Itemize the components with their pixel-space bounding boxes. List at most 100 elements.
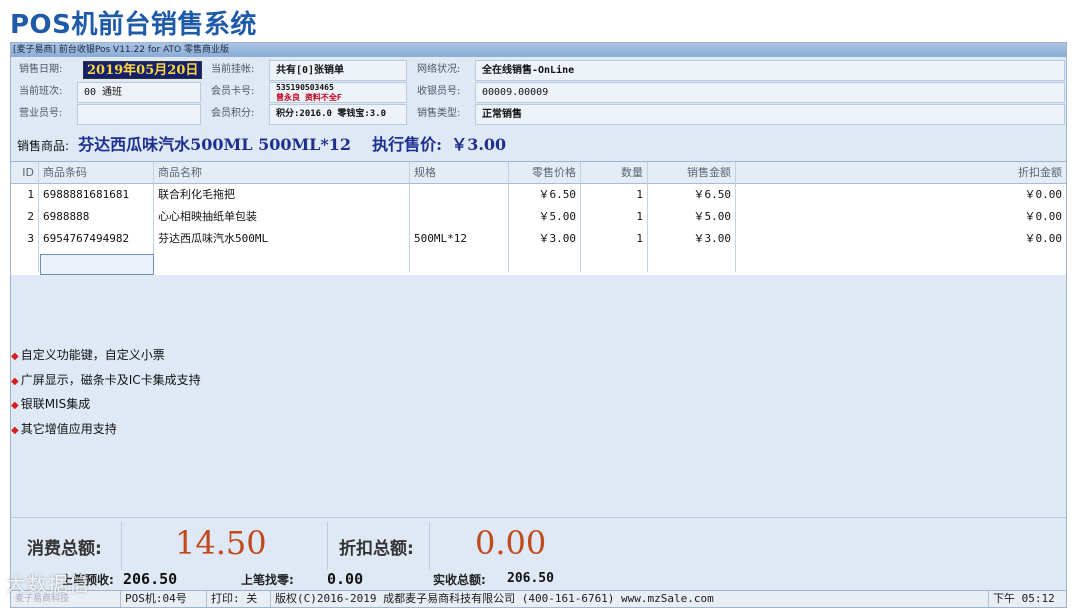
print-status[interactable]: 打印: 关 xyxy=(207,591,271,607)
row-code: 6988881681681 xyxy=(39,184,154,206)
shift-label: 当前班次: xyxy=(11,81,77,102)
card-label: 会员卡号: xyxy=(203,81,269,102)
row-price: ￥3.00 xyxy=(509,228,581,250)
member-name: 曾永良 资料不全F xyxy=(276,93,342,102)
sale-price-label: 执行售价: xyxy=(372,135,443,154)
points-label: 会员积分: xyxy=(203,103,269,124)
feature-item: ◆ 广屏显示，磁条卡及IC卡集成支持 xyxy=(11,372,201,387)
row-discount xyxy=(736,250,1066,272)
feature-item: ◆ 自定义功能键，自定义小票 xyxy=(11,348,165,362)
clerk-value[interactable] xyxy=(77,104,201,125)
feature-list: ◆ 自定义功能键，自定义小票 ◆ 广屏显示，磁条卡及IC卡集成支持 ◆ 银联MIS集成… xyxy=(11,343,201,441)
pos-window: [麦子易商] 前台收银Pos V11.22 for ATO 零售商业版 销售日期… xyxy=(10,42,1067,608)
table-row[interactable]: 3 6954767494982 芬达西瓜味汽水500ML 500ML*12 ￥3… xyxy=(11,228,1066,250)
date-value[interactable]: 2019年05月20日 xyxy=(83,61,203,79)
grid-header: ID 商品条码 商品名称 规格 零售价格 数量 销售金额 折扣金额 xyxy=(11,162,1066,184)
row-id: 3 xyxy=(11,228,39,250)
network-value: 全在线销售-OnLine xyxy=(475,60,1065,81)
col-price[interactable]: 零售价格 xyxy=(509,162,581,184)
points-value: 积分:2016.0 零钱宝:3.0 xyxy=(269,104,407,125)
previous-transaction: 上笔预收: 206.50 上笔找零: 0.00 实收总额: 206.50 xyxy=(11,570,1066,591)
date-label: 销售日期: xyxy=(11,59,83,80)
received-value: 206.50 xyxy=(507,571,554,586)
col-amount[interactable]: 销售金额 xyxy=(648,162,736,184)
row-id: 1 xyxy=(11,184,39,206)
consume-total-value: 14.50 xyxy=(175,524,267,562)
col-code[interactable]: 商品条码 xyxy=(39,162,154,184)
row-name: 心心相映抽纸单包装 xyxy=(154,206,410,228)
table-row[interactable]: 1 6988881681681 联合利化毛拖把 ￥6.50 1 ￥6.50 ￥0… xyxy=(11,184,1066,206)
consume-total-label: 消费总额: xyxy=(27,539,102,559)
received-label: 实收总额: xyxy=(433,573,486,587)
sale-label: 销售商品: xyxy=(17,139,70,153)
member-card-box[interactable]: 535190503465 曾永良 资料不全F xyxy=(269,82,407,103)
sales-grid[interactable]: ID 商品条码 商品名称 规格 零售价格 数量 销售金额 折扣金额 1 6988… xyxy=(11,161,1066,275)
current-sale-line: 销售商品: 芬达西瓜味汽水500ML 500ML*12 执行售价: ￥3.00 xyxy=(11,133,1066,157)
watermark: 大数据信 xyxy=(6,572,90,596)
row-discount: ￥0.00 xyxy=(1024,188,1063,201)
info-panel: 销售日期: 2019年05月20日 当前挂帐: 共有[0]张销单 网络状况: 全… xyxy=(11,59,1066,129)
table-row-empty[interactable] xyxy=(11,250,1066,272)
row-amount: ￥6.50 xyxy=(648,184,736,206)
col-qty[interactable]: 数量 xyxy=(581,162,648,184)
feature-item: ◆ 其它增值应用支持 xyxy=(11,421,117,436)
row-qty: 1 xyxy=(581,184,648,206)
row-id xyxy=(11,250,39,272)
diamond-bullet-icon: ◆ xyxy=(11,424,19,436)
pos-number: POS机:04号 xyxy=(121,591,207,607)
feature-item: ◆ 银联MIS集成 xyxy=(11,397,91,411)
row-name xyxy=(154,250,410,272)
row-amount xyxy=(648,250,736,272)
saletype-value: 正常销售 xyxy=(475,104,1065,125)
clock: 下午 05:12 xyxy=(993,592,1055,605)
hang-label: 当前挂帐: xyxy=(203,59,269,80)
row-name: 芬达西瓜味汽水500ML xyxy=(154,228,410,250)
diamond-bullet-icon: ◆ xyxy=(11,351,19,362)
divider xyxy=(121,522,122,570)
sale-product: 芬达西瓜味汽水500ML 500ML*12 xyxy=(78,135,352,154)
row-discount: ￥0.00 xyxy=(1024,232,1063,245)
saletype-label: 销售类型: xyxy=(409,103,475,124)
row-spec: 500ML*12 xyxy=(410,228,509,250)
row-price xyxy=(509,250,581,272)
clerk-label: 营业员号: xyxy=(11,103,77,124)
row-amount: ￥5.00 xyxy=(648,206,736,228)
slide-title: POS机前台销售系统 xyxy=(10,10,257,40)
divider xyxy=(327,522,328,570)
change-value: 0.00 xyxy=(327,570,364,588)
row-name: 联合利化毛拖把 xyxy=(154,184,410,206)
sale-price: ￥3.00 xyxy=(451,135,507,154)
hang-value: 共有[0]张销单 xyxy=(269,60,407,81)
shift-value: 00 通班 xyxy=(77,82,201,103)
col-discount[interactable]: 折扣金额 xyxy=(736,162,1066,184)
row-qty: 1 xyxy=(581,206,648,228)
row-price: ￥5.00 xyxy=(509,206,581,228)
col-spec[interactable]: 规格 xyxy=(410,162,509,184)
row-spec xyxy=(410,250,509,272)
change-label: 上笔找零: xyxy=(241,573,294,587)
row-id: 2 xyxy=(11,206,39,228)
row-spec xyxy=(410,184,509,206)
table-row[interactable]: 2 6988888 心心相映抽纸单包装 ￥5.00 1 ￥5.00 ￥0.00 xyxy=(11,206,1066,228)
col-id[interactable]: ID xyxy=(11,162,39,184)
discount-total-value: 0.00 xyxy=(475,524,547,562)
discount-total-label: 折扣总额: xyxy=(339,539,414,559)
divider xyxy=(429,522,430,570)
barcode-entry-cell[interactable] xyxy=(40,254,154,275)
window-title: [麦子易商] 前台收银Pos V11.22 for ATO 零售商业版 xyxy=(11,43,1066,57)
cashier-label: 收银员号: xyxy=(409,81,475,102)
network-label: 网络状况: xyxy=(409,59,475,80)
row-qty: 1 xyxy=(581,228,648,250)
status-bar: 麦子易商科技 POS机:04号 打印: 关 版权(C)2016-2019 成都麦… xyxy=(11,590,1066,607)
row-price: ￥6.50 xyxy=(509,184,581,206)
diamond-bullet-icon: ◆ xyxy=(11,375,19,387)
row-amount: ￥3.00 xyxy=(648,228,736,250)
diamond-bullet-icon: ◆ xyxy=(11,400,19,411)
cashier-value: 00009.00009 xyxy=(475,82,1065,103)
copyright-text: 版权(C)2016-2019 成都麦子易商科技有限公司 (400-161-676… xyxy=(271,591,989,607)
row-spec xyxy=(410,206,509,228)
member-card-number: 535190503465 xyxy=(276,83,334,92)
row-discount: ￥0.00 xyxy=(1024,210,1063,223)
col-name[interactable]: 商品名称 xyxy=(154,162,410,184)
row-qty xyxy=(581,250,648,272)
